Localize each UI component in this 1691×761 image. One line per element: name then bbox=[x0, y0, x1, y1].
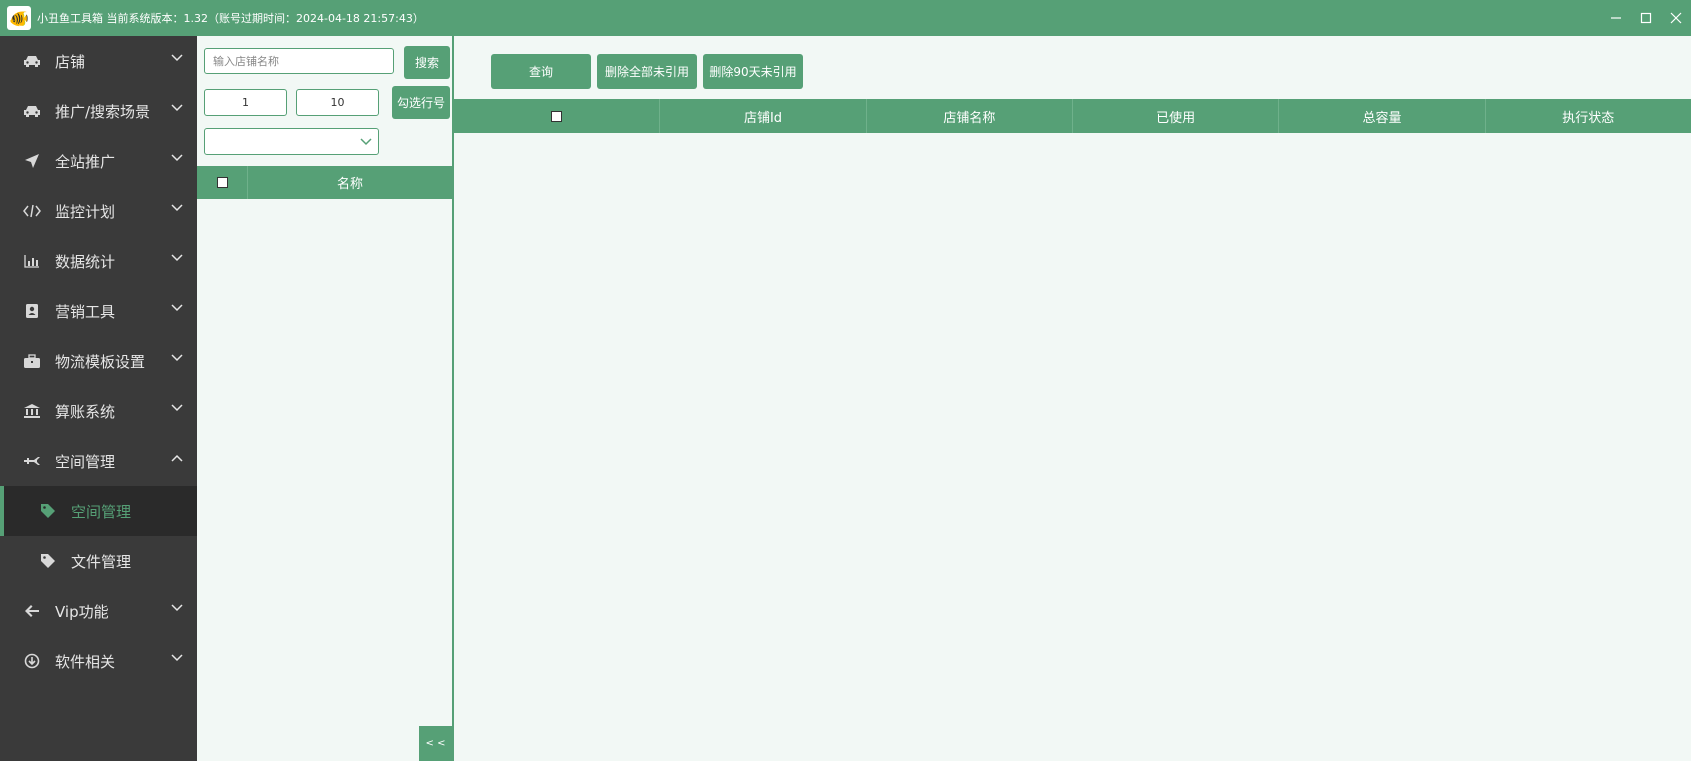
paper-plane-icon bbox=[21, 153, 43, 169]
sidebar-item-label: 推广/搜索场景 bbox=[55, 102, 151, 121]
collapse-panel-button[interactable]: < < bbox=[419, 726, 452, 761]
chevron-down-icon bbox=[171, 54, 183, 62]
contact-book-icon bbox=[21, 303, 43, 319]
download-circle-icon bbox=[21, 653, 43, 669]
space-management-main: 查询 删除全部未引用 删除90天未引用 店铺Id 店铺名称 已使用 总容量 执行… bbox=[454, 36, 1691, 761]
sidebar-item-label: 数据统计 bbox=[55, 252, 116, 271]
minimize-button[interactable] bbox=[1601, 0, 1631, 36]
bar-chart-icon bbox=[21, 254, 43, 268]
shop-select-dropdown[interactable] bbox=[204, 128, 379, 155]
chevron-down-icon bbox=[360, 138, 372, 146]
sidebar-item-logistics-template[interactable]: 物流模板设置 bbox=[0, 336, 197, 386]
title-bar: 🐠 小丑鱼工具箱 当前系统版本：1.32（账号过期时间：2024-04-18 2… bbox=[0, 0, 1691, 36]
minimize-icon bbox=[1611, 17, 1621, 19]
sidebar-item-label: 物流模板设置 bbox=[55, 352, 146, 371]
column-header-total-capacity[interactable]: 总容量 bbox=[1278, 99, 1484, 133]
search-button[interactable]: 搜索 bbox=[404, 46, 450, 79]
sidebar-subitem-file-management[interactable]: 文件管理 bbox=[0, 536, 197, 586]
sidebar-item-marketing-tools[interactable]: 营销工具 bbox=[0, 286, 197, 336]
app-logo-icon: 🐠 bbox=[7, 6, 31, 30]
chevron-down-icon bbox=[171, 654, 183, 662]
select-all-checkbox[interactable] bbox=[216, 177, 228, 188]
maximize-icon bbox=[1640, 12, 1652, 24]
column-header-used[interactable]: 已使用 bbox=[1071, 99, 1278, 133]
select-all-checkbox[interactable] bbox=[551, 110, 563, 122]
car-icon bbox=[21, 104, 43, 118]
column-header-shop-name[interactable]: 店铺名称 bbox=[865, 99, 1072, 133]
delete-all-unreferenced-button[interactable]: 删除全部未引用 bbox=[597, 54, 697, 89]
tag-icon bbox=[37, 503, 59, 519]
sidebar-item-label: 监控计划 bbox=[55, 202, 116, 221]
sidebar-item-label: 营销工具 bbox=[55, 302, 116, 321]
select-rows-button[interactable]: 勾选行号 bbox=[392, 86, 450, 119]
code-icon bbox=[21, 204, 43, 218]
tag-icon bbox=[37, 553, 59, 569]
plane-icon bbox=[21, 455, 43, 467]
sidebar-item-label: 算账系统 bbox=[55, 402, 116, 421]
close-icon bbox=[1670, 12, 1682, 24]
bank-icon bbox=[21, 403, 43, 419]
sidebar-item-shop[interactable]: 店铺 bbox=[0, 36, 197, 86]
sidebar-item-monitor-plan[interactable]: 监控计划 bbox=[0, 186, 197, 236]
column-header-shop-id[interactable]: 店铺Id bbox=[659, 99, 865, 133]
shop-list-header: 名称 bbox=[197, 166, 452, 199]
chevron-down-icon bbox=[171, 354, 183, 362]
arrow-left-icon bbox=[21, 604, 43, 618]
sidebar-item-label: Vip功能 bbox=[55, 602, 109, 621]
select-all-cell bbox=[197, 166, 248, 199]
chevron-down-icon bbox=[171, 404, 183, 412]
sidebar-subitem-label: 文件管理 bbox=[71, 552, 132, 571]
sidebar-item-site-promotion[interactable]: 全站推广 bbox=[0, 136, 197, 186]
chevron-down-icon bbox=[171, 154, 183, 162]
query-button[interactable]: 查询 bbox=[491, 54, 591, 89]
sidebar-subitem-label: 空间管理 bbox=[71, 502, 132, 521]
row-to-input[interactable] bbox=[296, 89, 379, 116]
window-title: 小丑鱼工具箱 当前系统版本：1.32（账号过期时间：2024-04-18 21:… bbox=[37, 12, 424, 25]
sidebar-item-vip[interactable]: Vip功能 bbox=[0, 586, 197, 636]
sidebar-item-data-statistics[interactable]: 数据统计 bbox=[0, 236, 197, 286]
sidebar-item-label: 全站推广 bbox=[55, 152, 116, 171]
chevron-down-icon bbox=[171, 304, 183, 312]
shop-name-search-input[interactable] bbox=[204, 48, 394, 74]
sidebar-item-label: 空间管理 bbox=[55, 452, 116, 471]
sidebar-subitem-space-management[interactable]: 空间管理 bbox=[0, 486, 197, 536]
sidebar-item-software[interactable]: 软件相关 bbox=[0, 636, 197, 686]
space-table-header: 店铺Id 店铺名称 已使用 总容量 执行状态 bbox=[454, 99, 1691, 133]
shop-filter-panel: 搜索 勾选行号 名称 < < bbox=[197, 36, 454, 761]
sidebar: 店铺 推广/搜索场景 全站推广 监控计划 数据统计 营销工具 物流模板设置 算账… bbox=[0, 36, 197, 761]
chevron-up-icon bbox=[171, 454, 183, 462]
sidebar-item-label: 软件相关 bbox=[55, 652, 116, 671]
window-controls bbox=[1601, 0, 1691, 36]
sidebar-item-space-management[interactable]: 空间管理 bbox=[0, 436, 197, 486]
briefcase-icon bbox=[21, 353, 43, 369]
sidebar-item-accounting[interactable]: 算账系统 bbox=[0, 386, 197, 436]
column-header-status[interactable]: 执行状态 bbox=[1484, 99, 1691, 133]
chevron-down-icon bbox=[171, 604, 183, 612]
select-all-cell bbox=[454, 99, 659, 133]
close-button[interactable] bbox=[1661, 0, 1691, 36]
chevron-down-icon bbox=[171, 204, 183, 212]
row-from-input[interactable] bbox=[204, 89, 287, 116]
chevron-down-icon bbox=[171, 104, 183, 112]
name-column-header: 名称 bbox=[336, 177, 363, 192]
maximize-button[interactable] bbox=[1631, 0, 1661, 36]
chevron-down-icon bbox=[171, 254, 183, 262]
sidebar-item-label: 店铺 bbox=[55, 52, 86, 71]
delete-90-days-unreferenced-button[interactable]: 删除90天未引用 bbox=[703, 54, 803, 89]
sidebar-item-promotion-search[interactable]: 推广/搜索场景 bbox=[0, 86, 197, 136]
car-icon bbox=[21, 54, 43, 68]
